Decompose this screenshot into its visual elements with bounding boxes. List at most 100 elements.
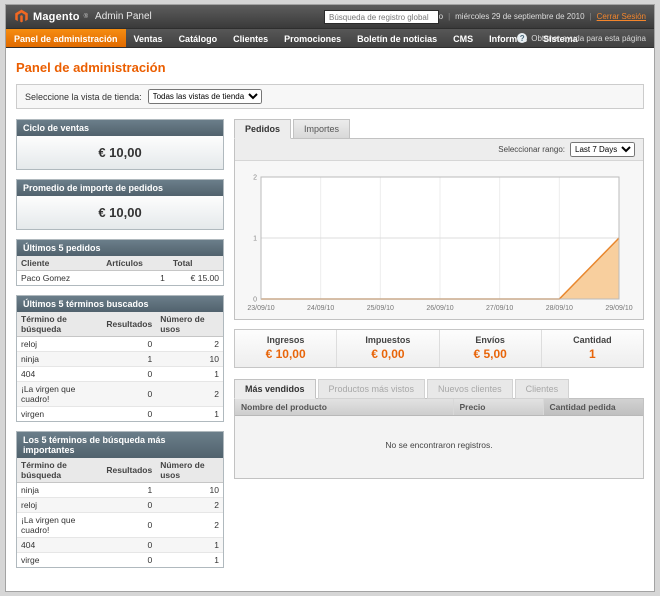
store-view-label: Seleccione la vista de tienda: <box>25 92 142 102</box>
tab-new-customers[interactable]: Nuevos clientes <box>427 379 513 399</box>
stat-label: Ingresos <box>237 335 334 345</box>
stat-tax: Impuestos € 0,00 <box>336 330 438 367</box>
svg-text:27/09/10: 27/09/10 <box>486 305 513 312</box>
table-row: reloj 0 2 <box>17 337 223 352</box>
col-header: Total <box>169 256 223 271</box>
lifetime-sales-panel: Ciclo de ventas € 10,00 <box>16 119 224 170</box>
cell-customer: Paco Gomez <box>17 271 102 286</box>
cell-uses: 1 <box>156 538 223 553</box>
stat-quantity: Cantidad 1 <box>541 330 643 367</box>
average-orders-panel: Promedio de importe de pedidos € 10,00 <box>16 179 224 230</box>
magento-logo-icon <box>14 9 29 24</box>
top-search-terms-table: Término de búsqueda Resultados Número de… <box>17 458 223 567</box>
tab-bestsellers[interactable]: Más vendidos <box>234 379 316 399</box>
cell-results: 0 <box>102 407 156 422</box>
table-row: ninja 1 10 <box>17 483 223 498</box>
table-row: 404 0 1 <box>17 367 223 382</box>
cell-term: virgen <box>17 407 102 422</box>
svg-text:26/09/10: 26/09/10 <box>426 305 453 312</box>
cell-term: ninja <box>17 352 102 367</box>
nav-item-cms[interactable]: CMS <box>445 29 481 47</box>
nav-item-dashboard[interactable]: Panel de administración <box>6 29 126 47</box>
nav-item-sales[interactable]: Ventas <box>126 29 171 47</box>
logout-link[interactable]: Cerrar Sesión <box>597 12 646 21</box>
stat-value: € 10,00 <box>237 347 334 361</box>
header-separator-2: | <box>590 12 592 21</box>
cell-results: 0 <box>102 553 156 568</box>
stat-shipping: Envíos € 5,00 <box>439 330 541 367</box>
svg-text:29/09/10: 29/09/10 <box>605 305 632 312</box>
cell-uses: 1 <box>156 407 223 422</box>
global-search-input[interactable] <box>324 10 439 24</box>
logo-text: Magento <box>33 11 80 23</box>
table-row: ¡La virgen que cuadro! 0 2 <box>17 382 223 407</box>
tab-amounts[interactable]: Importes <box>293 119 350 139</box>
cell-uses: 10 <box>156 483 223 498</box>
table-row: Paco Gomez 1 € 15.00 <box>17 271 223 286</box>
cell-results: 0 <box>102 513 156 538</box>
tab-customers[interactable]: Clientes <box>515 379 570 399</box>
cell-results: 0 <box>102 382 156 407</box>
col-header-qty: Cantidad pedida <box>543 399 643 416</box>
cell-results: 0 <box>102 498 156 513</box>
col-header: Número de usos <box>156 312 223 337</box>
last-orders-panel: Últimos 5 pedidos Cliente Artículos Tota… <box>16 239 224 286</box>
table-row: reloj 0 2 <box>17 498 223 513</box>
cell-uses: 10 <box>156 352 223 367</box>
range-select[interactable]: Last 7 Days <box>570 142 635 157</box>
orders-chart: 23/09/1024/09/1025/09/1026/09/1027/09/10… <box>245 169 633 317</box>
help-label: Obtener ayuda para esta página <box>531 34 646 43</box>
logo-trademark: ® <box>84 14 88 20</box>
left-column: Ciclo de ventas € 10,00 Promedio de impo… <box>16 119 224 577</box>
stat-label: Cantidad <box>544 335 641 345</box>
svg-text:24/09/10: 24/09/10 <box>307 305 334 312</box>
range-label: Seleccionar rango: <box>498 145 565 154</box>
page-title: Panel de administración <box>16 60 644 75</box>
global-search <box>324 10 439 24</box>
cell-items: 1 <box>102 271 169 286</box>
last-orders-table: Cliente Artículos Total Paco Gomez 1 € 1… <box>17 256 223 285</box>
stat-revenue: Ingresos € 10,00 <box>235 330 336 367</box>
cell-term: 404 <box>17 538 102 553</box>
table-row: 404 0 1 <box>17 538 223 553</box>
nav-item-promotions[interactable]: Promociones <box>276 29 349 47</box>
orders-chart-area: 23/09/1024/09/1025/09/1026/09/1027/09/10… <box>235 161 643 319</box>
cell-term: virge <box>17 553 102 568</box>
help-icon: ? <box>517 33 527 43</box>
stat-value: € 5,00 <box>442 347 539 361</box>
stat-value: 1 <box>544 347 641 361</box>
bestsellers-grid: Nombre del producto Precio Cantidad pedi… <box>234 398 644 479</box>
table-row: ¡La virgen que cuadro! 0 2 <box>17 513 223 538</box>
logo: Magento® Admin Panel <box>14 9 152 24</box>
right-column: Pedidos Importes Seleccionar rango: Last… <box>234 119 644 577</box>
nav-item-newsletter[interactable]: Boletín de noticias <box>349 29 445 47</box>
cell-uses: 1 <box>156 367 223 382</box>
cell-uses: 2 <box>156 498 223 513</box>
cell-term: reloj <box>17 498 102 513</box>
average-orders-title: Promedio de importe de pedidos <box>17 180 223 196</box>
svg-text:23/09/10: 23/09/10 <box>247 305 274 312</box>
cell-results: 0 <box>102 538 156 553</box>
stat-label: Impuestos <box>339 335 436 345</box>
table-row: virgen 0 1 <box>17 407 223 422</box>
svg-text:28/09/10: 28/09/10 <box>546 305 573 312</box>
col-header-price: Precio <box>453 399 543 416</box>
diagram-box: Seleccionar rango: Last 7 Days 23/09/10 2… <box>234 138 644 320</box>
cell-results: 1 <box>102 483 156 498</box>
empty-records-message: No se encontraron registros. <box>235 416 643 479</box>
average-orders-value: € 10,00 <box>17 196 223 229</box>
tab-most-viewed[interactable]: Productos más vistos <box>318 379 426 399</box>
page-help-link[interactable]: ? Obtener ayuda para esta página <box>517 29 646 47</box>
svg-text:2: 2 <box>253 175 257 182</box>
table-row: ninja 1 10 <box>17 352 223 367</box>
top-search-terms-title: Los 5 términos de búsqueda más important… <box>17 432 223 458</box>
table-row: virge 0 1 <box>17 553 223 568</box>
col-header: Término de búsqueda <box>17 458 102 483</box>
nav-item-customers[interactable]: Clientes <box>225 29 276 47</box>
store-view-bar: Seleccione la vista de tienda: Todas las… <box>16 84 644 109</box>
cell-results: 0 <box>102 337 156 352</box>
nav-item-catalog[interactable]: Catálogo <box>171 29 226 47</box>
svg-text:0: 0 <box>253 297 257 304</box>
tab-orders[interactable]: Pedidos <box>234 119 291 139</box>
store-view-select[interactable]: Todas las vistas de tienda <box>148 89 262 104</box>
